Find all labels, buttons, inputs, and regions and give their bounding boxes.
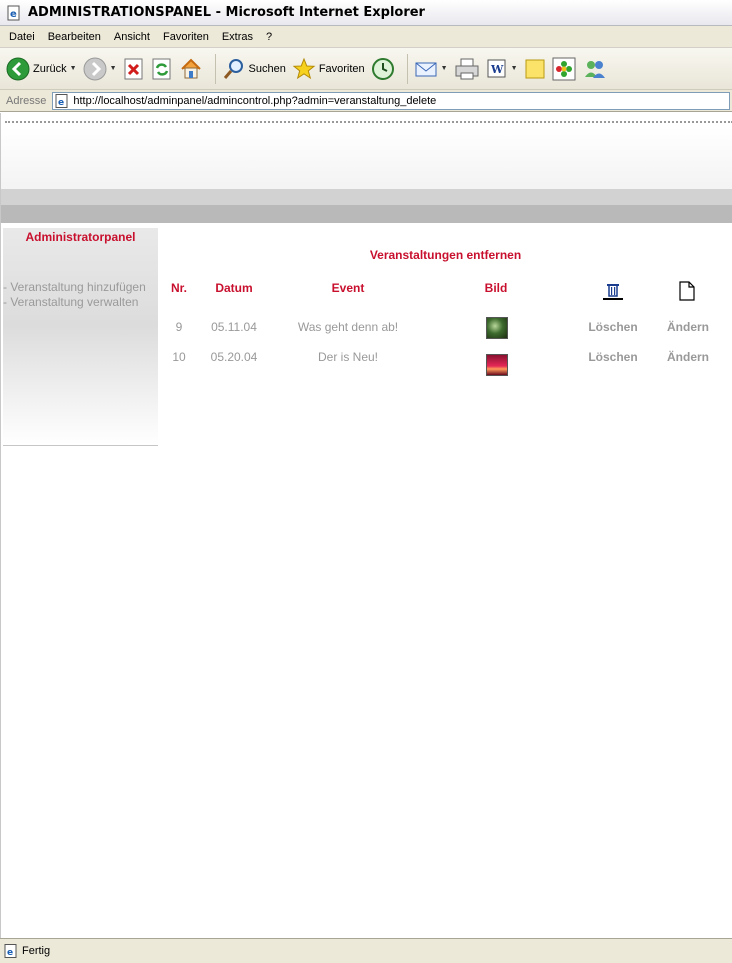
mail-dropdown-icon[interactable]: ▼ [441, 65, 448, 72]
column-header-event: Event [331, 281, 365, 295]
icq-button[interactable] [552, 57, 576, 81]
row-2-nr: 10 [172, 350, 186, 364]
address-input[interactable]: e http://localhost/adminpanel/admincontr… [52, 91, 730, 110]
history-button[interactable] [371, 57, 395, 81]
sidebar-link-add-event[interactable]: - Veranstaltung hinzufügen [3, 280, 146, 294]
address-label: Adresse [6, 94, 47, 107]
toolbar-separator [406, 53, 408, 84]
stop-button[interactable] [123, 58, 145, 80]
menu-datei[interactable]: Datei [4, 31, 43, 43]
status-bar: e Fertig [0, 938, 732, 963]
window-title: ADMINISTRATIONSPANEL - Microsoft Interne… [28, 5, 425, 20]
back-button[interactable]: Zurück ▼ [6, 57, 77, 81]
header-band-dark [1, 205, 732, 223]
search-icon [223, 58, 243, 79]
row-2-delete-link[interactable]: Löschen [578, 350, 648, 364]
refresh-icon [152, 58, 170, 79]
print-button[interactable] [454, 57, 480, 81]
menu-extras[interactable]: Extras [217, 31, 261, 43]
stop-icon [124, 58, 142, 79]
word-edit-icon: W [487, 59, 506, 77]
column-header-bild: Bild [484, 281, 508, 295]
document-icon [679, 281, 695, 301]
edit-word-button[interactable]: W ▼ [486, 58, 518, 80]
home-button[interactable] [179, 57, 203, 81]
sidebar-title: Administratorpanel [25, 230, 136, 244]
toolbar-separator [214, 53, 216, 84]
address-url: http://localhost/adminpanel/admincontrol… [73, 94, 437, 107]
sidebar-link-manage-events[interactable]: - Veranstaltung verwalten [3, 295, 138, 309]
dotted-divider [5, 121, 732, 123]
back-dropdown-icon[interactable]: ▼ [70, 65, 77, 72]
search-button[interactable]: Suchen [222, 57, 286, 81]
history-clock-icon [371, 57, 394, 80]
svg-text:e: e [58, 98, 64, 108]
status-text: Fertig [22, 945, 51, 957]
menu-bearbeiten[interactable]: Bearbeiten [43, 31, 109, 43]
ie-page-icon: e [55, 93, 68, 108]
forward-dropdown-icon[interactable]: ▼ [110, 65, 117, 72]
printer-icon [455, 58, 479, 79]
page-heading: Veranstaltungen entfernen [369, 248, 522, 262]
address-bar: Adresse e http://localhost/adminpanel/ad… [0, 90, 732, 112]
sidebar: Administratorpanel - Veranstaltung hinzu… [3, 228, 158, 446]
row-1-delete-link[interactable]: Löschen [578, 320, 648, 334]
row-2-edit-link[interactable]: Ändern [656, 350, 720, 364]
row-1-edit-link[interactable]: Ändern [656, 320, 720, 334]
search-label: Suchen [248, 62, 286, 75]
row-2-event: Der is Neu! [317, 350, 379, 364]
mail-icon [415, 62, 437, 76]
menu-bar: Datei Bearbeiten Ansicht Favoriten Extra… [0, 26, 732, 48]
forward-arrow-icon [83, 57, 107, 80]
menu-help[interactable]: ? [261, 31, 280, 43]
row-1-event: Was geht denn ab! [297, 320, 399, 334]
row-2-datum: 05.20.04 [210, 350, 258, 364]
favorites-button[interactable]: Favoriten [292, 57, 365, 81]
header-band-light [1, 189, 732, 205]
page-content: Administratorpanel - Veranstaltung hinzu… [0, 113, 732, 938]
svg-text:W: W [490, 63, 504, 76]
page-header-area [1, 127, 732, 191]
row-1-datum: 05.11.04 [211, 320, 257, 334]
sticky-note-icon [525, 59, 545, 78]
toolbar: Zurück ▼ ▼ Suchen Favoriten ▼ W ▼ [0, 48, 732, 90]
edit-dropdown-icon[interactable]: ▼ [511, 65, 518, 72]
column-header-nr: Nr. [170, 281, 187, 295]
home-icon [180, 58, 201, 78]
svg-text:e: e [10, 9, 17, 20]
mail-button[interactable]: ▼ [414, 58, 448, 80]
row-2-image-thumbnail[interactable] [486, 354, 508, 376]
title-bar: e ADMINISTRATIONSPANEL - Microsoft Inter… [0, 0, 732, 26]
trash-icon [603, 284, 623, 300]
favorites-label: Favoriten [318, 62, 365, 75]
menu-favoriten[interactable]: Favoriten [158, 31, 217, 43]
main-content: Veranstaltungen entfernen Nr. Datum Even… [158, 228, 732, 528]
notes-button[interactable] [524, 58, 546, 80]
back-arrow-icon [6, 57, 30, 80]
row-1-image-thumbnail[interactable] [486, 317, 508, 339]
menu-ansicht[interactable]: Ansicht [109, 31, 158, 43]
column-header-datum: Datum [215, 281, 253, 295]
forward-button[interactable]: ▼ [83, 57, 117, 81]
refresh-button[interactable] [151, 58, 173, 80]
star-icon [292, 57, 316, 79]
back-label: Zurück [33, 62, 67, 75]
svg-text:e: e [7, 948, 13, 958]
messenger-button[interactable] [582, 57, 608, 81]
ie-page-icon: e [4, 944, 17, 958]
ie-page-icon: e [7, 5, 20, 20]
icq-flower-icon [552, 57, 576, 80]
messenger-people-icon [584, 60, 605, 78]
row-1-nr: 9 [175, 320, 183, 334]
